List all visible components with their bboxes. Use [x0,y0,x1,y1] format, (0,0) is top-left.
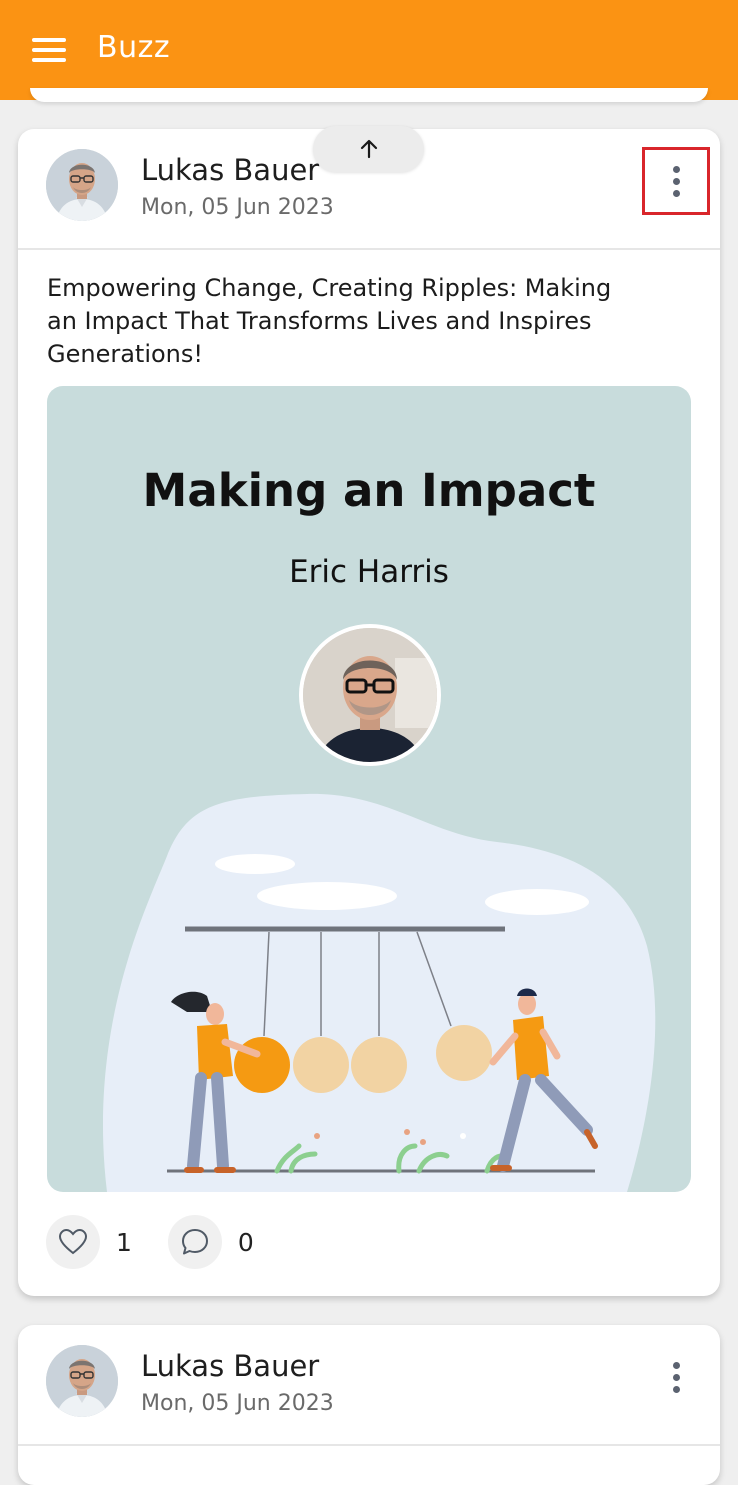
heart-icon [58,1228,88,1255]
hamburger-menu-icon [32,38,66,42]
post-image[interactable]: Making an Impact Eric Harris [47,386,691,1192]
comment-count: 0 [237,1227,254,1257]
author-name[interactable]: Lukas Bauer [141,1349,319,1383]
post-header: Lukas Bauer Mon, 05 Jun 2023 [18,1325,720,1446]
menu-button[interactable] [32,38,66,62]
post-date: Mon, 05 Jun 2023 [141,1391,334,1416]
author-avatar[interactable] [46,149,118,221]
app-title: Buzz [97,30,171,65]
comment-bubble-icon [181,1229,208,1255]
scroll-to-top-button[interactable] [313,126,424,172]
more-vertical-icon [672,165,680,173]
post-card: Lukas Bauer Mon, 05 Jun 2023 Empowering … [18,129,720,1296]
more-vertical-icon [672,1361,680,1369]
post-text: Empowering Change, Creating Ripples: Mak… [47,274,612,368]
like-count: 1 [116,1227,132,1257]
post-date: Mon, 05 Jun 2023 [141,195,334,220]
comment-button[interactable] [167,1215,222,1269]
previous-post-card-edge [30,88,708,102]
like-button[interactable] [46,1215,100,1269]
image-title: Making an Impact [142,464,596,517]
post-options-button[interactable] [642,1343,710,1411]
post-card: Lukas Bauer Mon, 05 Jun 2023 [18,1325,720,1485]
post-actions: 1 0 [46,1214,290,1270]
post-options-button[interactable] [642,147,710,215]
author-name[interactable]: Lukas Bauer [141,153,319,187]
author-avatar[interactable] [46,1345,118,1417]
speaker-portrait [299,624,441,766]
arrow-up-icon [360,139,377,159]
app-bar: Buzz [0,0,738,100]
image-subtitle: Eric Harris [289,554,449,590]
